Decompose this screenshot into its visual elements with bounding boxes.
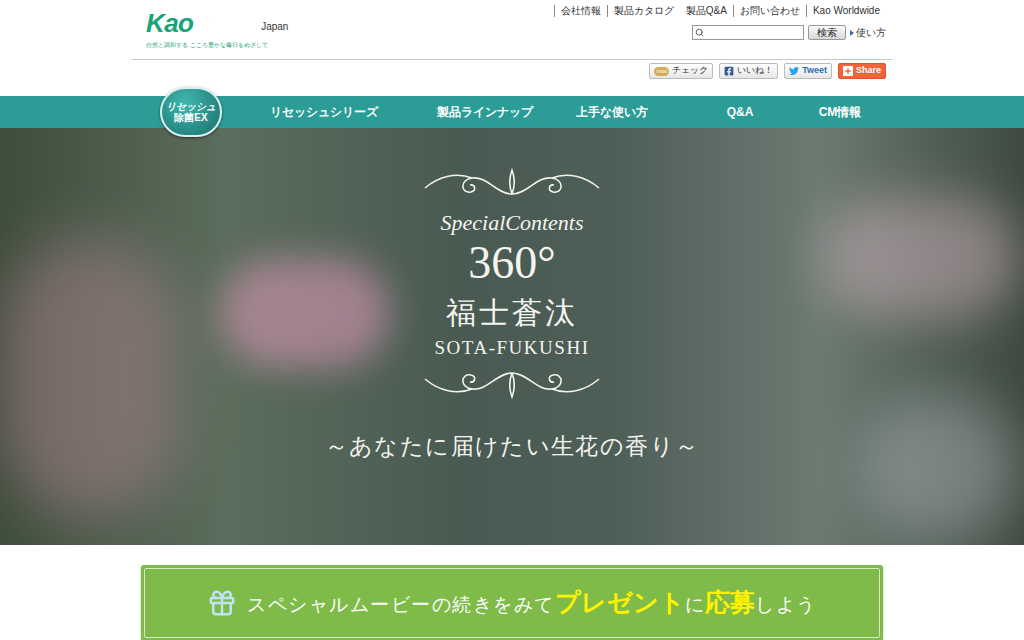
social-row: mixiチェックいいね！ Tweet Share: [132, 60, 892, 96]
help-link[interactable]: 使い方: [850, 25, 886, 40]
hero-title: SpecialContents 360° 福士蒼汰 SOTA-FUKUSHI ～あなたに…: [0, 128, 1024, 458]
header-right: 会社情報製品カタログ製品Q&Aお問い合わせKao Worldwide 検索使い方: [554, 0, 892, 59]
header-links: 会社情報製品カタログ製品Q&Aお問い合わせKao Worldwide: [554, 5, 886, 17]
kao-logo[interactable]: Kao: [146, 8, 217, 38]
header-link[interactable]: 製品Q&A: [680, 5, 733, 17]
hero-name: 福士蒼汰: [446, 298, 578, 328]
header-link[interactable]: 会社情報: [554, 5, 607, 17]
banner-text: プレゼント: [555, 584, 685, 622]
nav-bar: リセッシュ除菌EXリセッシュシリーズ製品ラインナップ上手な使い方Q&ACM情報: [0, 96, 1024, 128]
brand: Kao Japan 自然と調和する こころ豊かな毎日をめざして: [132, 0, 288, 59]
mixi-button[interactable]: mixiチェック: [649, 63, 713, 79]
flower-blur: [0, 238, 180, 518]
flower-blur: [220, 258, 390, 368]
banner-text: に: [685, 591, 706, 620]
search-row: 検索使い方: [692, 25, 886, 40]
banner-text: 応募: [705, 584, 755, 622]
nav-items: リセッシュシリーズ製品ラインナップ上手な使い方Q&ACM情報: [222, 96, 880, 128]
nav-item[interactable]: CM情報: [800, 96, 880, 128]
mixi-icon: mixi: [654, 67, 669, 76]
page: KaoJapan自然と調和する こころ豊かな毎日をめざして会社情報製品カタログ製…: [0, 0, 1024, 640]
tagline: 自然と調和する こころ豊かな毎日をめざして: [146, 41, 288, 50]
header-link[interactable]: Kao Worldwide: [806, 5, 886, 17]
brand-badge[interactable]: リセッシュ除菌EX: [160, 87, 222, 137]
nav-item[interactable]: 製品ラインナップ: [426, 96, 544, 128]
facebook-icon: [724, 66, 734, 76]
hero-tagline: ～あなたに届けたい生花の香り～: [325, 435, 700, 458]
plus-icon: [843, 66, 853, 76]
search-icon: [695, 28, 704, 37]
present-banner[interactable]: スペシャルムービーの続きをみてプレゼントに応募しよう: [141, 565, 883, 640]
hero: SpecialContents 360° 福士蒼汰 SOTA-FUKUSHI ～あなたに…: [0, 128, 1024, 545]
facebook-button[interactable]: いいね！: [719, 63, 778, 79]
header-link[interactable]: お問い合わせ: [733, 5, 806, 17]
region-label: Japan: [261, 19, 288, 34]
twitter-button[interactable]: Tweet: [784, 63, 832, 79]
ornament-icon: [417, 166, 607, 200]
header-link[interactable]: 製品カタログ: [607, 5, 680, 17]
search-button[interactable]: 検索: [808, 25, 846, 40]
nav-item[interactable]: リセッシュシリーズ: [222, 96, 426, 128]
hero-number: 360°: [468, 240, 555, 286]
flower-blur: [860, 398, 1020, 538]
nav-item[interactable]: Q&A: [680, 96, 800, 128]
hero-kicker: SpecialContents: [441, 212, 584, 234]
hero-romaji: SOTA-FUKUSHI: [434, 338, 589, 357]
twitter-icon: [789, 66, 799, 76]
arrow-icon: [850, 30, 854, 36]
share-button[interactable]: Share: [838, 63, 886, 79]
header: Kao Japan 自然と調和する こころ豊かな毎日をめざして 会社情報製品カタログ製…: [132, 0, 892, 60]
search-field[interactable]: [692, 25, 804, 40]
gift-icon: [207, 588, 237, 618]
ornament-icon: [417, 367, 607, 401]
banner-text: スペシャルムービーの続きをみて: [247, 591, 555, 620]
banner-text: しよう: [755, 591, 817, 620]
moon-icon: [193, 8, 217, 38]
nav-item[interactable]: 上手な使い方: [544, 96, 680, 128]
flower-blur: [820, 198, 1020, 318]
